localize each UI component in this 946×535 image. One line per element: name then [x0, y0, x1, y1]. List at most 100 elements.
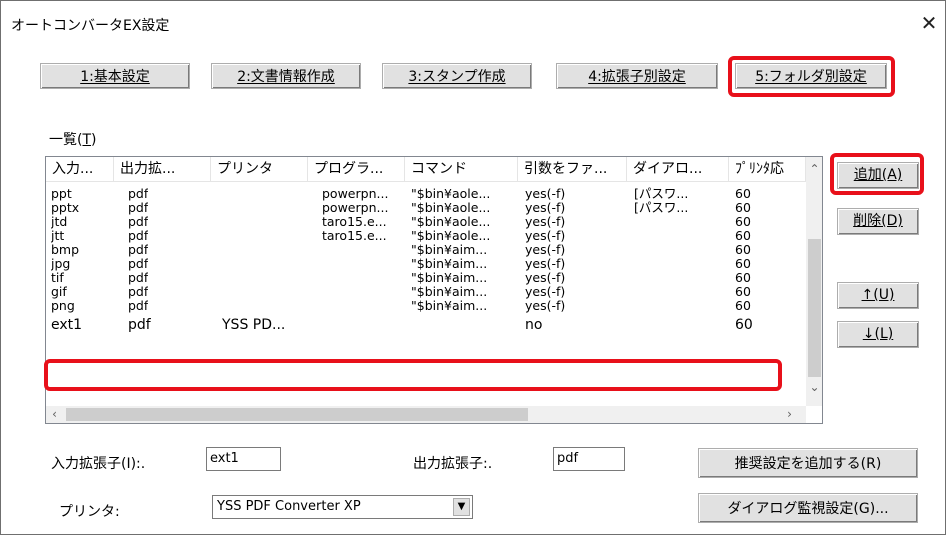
- printer-label: プリンタ:: [59, 504, 120, 520]
- table-row[interactable]: jtt pdf taro15.e... "$bin¥aole... yes(-f) 60: [46, 229, 806, 243]
- table-cell: 60: [735, 318, 753, 332]
- horizontal-scroll-thumb[interactable]: [66, 408, 528, 421]
- table-cell: yes(-f): [525, 187, 566, 201]
- dialog-monitor-label: ダイアログ監視設定(G)...: [727, 501, 889, 517]
- close-icon[interactable]: ✕: [915, 9, 943, 37]
- add-recommended-label: 推奨設定を追加する(R): [734, 456, 882, 472]
- tab-label: 5:フォルダ別設定: [755, 69, 867, 85]
- column-header-args[interactable]: 引数をファ...: [518, 157, 627, 181]
- tab-stamp[interactable]: 3:スタンプ作成: [382, 63, 532, 89]
- table-row[interactable]: tif pdf "$bin¥aim... yes(-f) 60: [46, 271, 806, 285]
- table-cell: "$bin¥aim...: [411, 285, 488, 299]
- column-header-output[interactable]: 出力拡...: [114, 157, 211, 181]
- table-cell: "$bin¥aim...: [411, 257, 488, 271]
- dialog-monitor-button[interactable]: ダイアログ監視設定(G)...: [698, 493, 918, 523]
- table-cell: pdf: [128, 285, 149, 299]
- column-header-program[interactable]: プログラ...: [308, 157, 405, 181]
- tab-label: 1:基本設定: [80, 69, 150, 85]
- delete-button[interactable]: 削除(D): [837, 208, 919, 235]
- move-down-button[interactable]: ↓(L): [837, 321, 919, 348]
- column-header-printer[interactable]: プリンタ: [211, 157, 308, 181]
- table-row[interactable]: ext1 pdf YSS PD... no 60: [46, 318, 806, 332]
- table-row[interactable]: jtd pdf taro15.e... "$bin¥aole... yes(-f) 60: [46, 215, 806, 229]
- tab-extension-settings[interactable]: 4:拡張子別設定: [556, 63, 718, 89]
- vertical-scroll-thumb[interactable]: [808, 239, 821, 377]
- table-cell: taro15.e...: [322, 229, 387, 243]
- column-header-dialog[interactable]: ダイアロ...: [627, 157, 729, 181]
- table-cell: "$bin¥aole...: [411, 215, 491, 229]
- output-ext-label: 出力拡張子:.: [413, 456, 493, 472]
- table-cell: 60: [735, 299, 751, 313]
- printer-select[interactable]: YSS PDF Converter XP ▼: [212, 495, 473, 519]
- tab-basic-settings[interactable]: 1:基本設定: [40, 63, 190, 89]
- table-cell: pdf: [128, 299, 149, 313]
- list-label-text: 一覧(: [49, 132, 83, 148]
- tab-label: 3:スタンプ作成: [408, 69, 506, 85]
- add-button-label: 追加(A): [853, 167, 903, 183]
- printer-select-value: YSS PDF Converter XP: [217, 499, 361, 514]
- table-cell: 60: [735, 229, 751, 243]
- window-title: オートコンバータEX設定: [11, 18, 170, 34]
- tab-label: 4:拡張子別設定: [588, 69, 686, 85]
- table-cell: 60: [735, 215, 751, 229]
- table-cell: pdf: [128, 257, 149, 271]
- table-cell: bmp: [51, 243, 80, 257]
- table-cell: "$bin¥aim...: [411, 271, 488, 285]
- scroll-left-icon[interactable]: ‹: [46, 406, 63, 423]
- table-row[interactable]: jpg pdf "$bin¥aim... yes(-f) 60: [46, 257, 806, 271]
- column-header-timeout[interactable]: ﾌﾟﾘﾝﾀ応: [729, 157, 806, 181]
- title-bar: オートコンバータEX設定 ✕: [1, 1, 945, 45]
- table-cell: "$bin¥aim...: [411, 243, 488, 257]
- dropdown-arrow-icon[interactable]: ▼: [453, 498, 470, 516]
- table-cell: 60: [735, 243, 751, 257]
- table-cell: yes(-f): [525, 215, 566, 229]
- table-cell: ppt: [51, 187, 72, 201]
- scroll-right-icon[interactable]: ›: [781, 406, 798, 423]
- table-cell: powerpn...: [322, 201, 389, 215]
- table-cell: 60: [735, 201, 751, 215]
- column-header-input[interactable]: 入力...: [46, 157, 114, 181]
- tab-doc-info[interactable]: 2:文書情報作成: [211, 63, 361, 89]
- table-cell: jtt: [51, 229, 65, 243]
- table-cell: yes(-f): [525, 285, 566, 299]
- move-up-button[interactable]: ↑(U): [837, 282, 919, 309]
- table-cell: 60: [735, 257, 751, 271]
- table-row[interactable]: png pdf "$bin¥aim... yes(-f) 60: [46, 299, 806, 313]
- table-cell: yes(-f): [525, 201, 566, 215]
- list-label-key: T: [82, 132, 92, 148]
- scroll-up-icon[interactable]: ⌃: [806, 161, 822, 178]
- table-cell: powerpn...: [322, 187, 389, 201]
- table-cell: pdf: [128, 229, 149, 243]
- output-ext-field[interactable]: pdf: [553, 447, 625, 471]
- table-cell: "$bin¥aim...: [411, 299, 488, 313]
- vertical-scrollbar[interactable]: ⌃ ⌄: [806, 157, 822, 406]
- table-cell: 60: [735, 271, 751, 285]
- input-ext-field[interactable]: ext1: [206, 447, 281, 471]
- column-header-command[interactable]: コマンド: [405, 157, 518, 181]
- add-recommended-button[interactable]: 推奨設定を追加する(R): [698, 448, 918, 478]
- settings-dialog: オートコンバータEX設定 ✕ 1:基本設定 2:文書情報作成 3:スタンプ作成 …: [0, 0, 946, 535]
- table-cell: yes(-f): [525, 257, 566, 271]
- table-row[interactable]: pptx pdf powerpn... "$bin¥aole... yes(-f) [パス…: [46, 201, 806, 215]
- tab-folder-settings[interactable]: 5:フォルダ別設定: [735, 63, 887, 89]
- table-cell: tif: [51, 271, 64, 285]
- table-row[interactable]: gif pdf "$bin¥aim... yes(-f) 60: [46, 285, 806, 299]
- tab-label: 2:文書情報作成: [237, 69, 335, 85]
- table-cell: pptx: [51, 201, 80, 215]
- move-down-button-label: ↓(L): [862, 326, 894, 342]
- horizontal-scrollbar[interactable]: ‹ ›: [46, 406, 806, 423]
- list-header: 入力... 出力拡... プリンタ プログラ... コマンド 引数をファ... …: [46, 157, 806, 182]
- table-row[interactable]: bmp pdf "$bin¥aim... yes(-f) 60: [46, 243, 806, 257]
- table-cell: pdf: [128, 318, 151, 332]
- table-cell: yes(-f): [525, 271, 566, 285]
- scroll-down-icon[interactable]: ⌄: [806, 379, 822, 396]
- table-cell: 60: [735, 285, 751, 299]
- table-cell: yes(-f): [525, 243, 566, 257]
- table-row[interactable]: ppt pdf powerpn... "$bin¥aole... yes(-f) [パスワ…: [46, 187, 806, 201]
- table-cell: pdf: [128, 187, 149, 201]
- extension-list[interactable]: 入力... 出力拡... プリンタ プログラ... コマンド 引数をファ... …: [45, 156, 823, 424]
- table-cell: [パスワ...: [634, 201, 689, 215]
- add-button[interactable]: 追加(A): [837, 162, 919, 189]
- table-cell: jpg: [51, 257, 71, 271]
- table-cell: pdf: [128, 243, 149, 257]
